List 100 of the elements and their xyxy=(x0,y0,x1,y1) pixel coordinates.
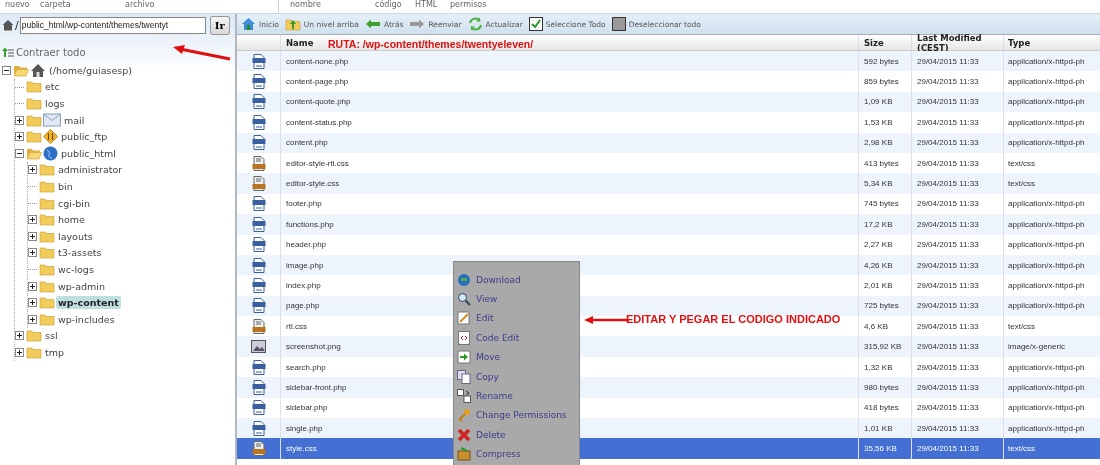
menu-item[interactable]: Edit xyxy=(454,308,579,329)
expand-toggle[interactable] xyxy=(15,115,24,125)
annotation-text: RUTA: /wp-content/themes/twentyeleven/ xyxy=(328,38,534,50)
php-file-icon xyxy=(251,257,266,273)
menu-item[interactable]: Rename xyxy=(454,386,579,406)
file-date: 29/04/2015 11:33 xyxy=(917,117,979,127)
collapse-toggle[interactable] xyxy=(2,65,11,75)
folder-item[interactable]: wc-logs xyxy=(56,262,96,276)
menu-item[interactable]: Change Permissions xyxy=(454,405,579,426)
folder-item[interactable]: etc xyxy=(43,80,62,94)
php-file-icon xyxy=(251,278,266,293)
column-header[interactable]: Type xyxy=(1008,37,1031,48)
file-type: application/x-httpd-ph xyxy=(1008,219,1085,229)
php-file-icon xyxy=(251,359,266,375)
expand-toggle[interactable] xyxy=(15,331,24,341)
file-name[interactable]: screenshot.png xyxy=(286,342,341,352)
folder-item[interactable]: t3-assets xyxy=(56,246,104,260)
file-name[interactable]: search.php xyxy=(286,362,326,372)
file-name[interactable]: image.php xyxy=(286,260,324,270)
file-size: 1,01 KB xyxy=(864,423,893,433)
file-size: 315,92 KB xyxy=(864,342,902,352)
folder-item[interactable]: cgi-bin xyxy=(56,196,92,210)
collapse-toggle[interactable] xyxy=(15,148,24,158)
path-field[interactable]: public_html/wp-content/themes/twentyt xyxy=(19,16,206,34)
folder-item[interactable]: public_ftp xyxy=(59,130,110,144)
expand-toggle[interactable] xyxy=(28,314,37,324)
folder-item[interactable]: public_html xyxy=(59,146,118,160)
file-type: application/x-httpd-ph xyxy=(1008,281,1085,290)
file-name[interactable]: page.php xyxy=(286,301,320,311)
expand-toggle[interactable] xyxy=(15,347,24,357)
menu-item[interactable]: Move xyxy=(454,347,579,367)
file-name[interactable]: rtl.css xyxy=(286,321,307,331)
folder-item[interactable]: ssl xyxy=(43,329,60,343)
folder-item[interactable]: administrator xyxy=(56,163,125,177)
column-header[interactable]: Name xyxy=(286,37,314,48)
file-size: 1,32 KB xyxy=(864,362,893,372)
folder-item[interactable]: tmp xyxy=(43,345,66,359)
file-size: 745 bytes xyxy=(864,199,899,209)
collapse-all-link[interactable]: Contraer todo xyxy=(16,46,86,58)
folder-item[interactable]: logs xyxy=(43,97,67,110)
folder-item[interactable]: wp-includes xyxy=(56,312,117,326)
folder-icon xyxy=(39,262,55,276)
menu-item[interactable]: Delete xyxy=(454,425,579,445)
expand-toggle[interactable] xyxy=(28,298,37,308)
file-type: application/x-httpd-ph xyxy=(1008,138,1085,148)
left-arrow-icon xyxy=(364,19,381,29)
annotation-arrow xyxy=(172,45,232,61)
css-file-icon xyxy=(251,318,266,334)
file-date: 29/04/2015 11:33 xyxy=(917,240,979,250)
menu-item[interactable]: View xyxy=(454,289,579,309)
file-name[interactable]: editor-style.css xyxy=(286,179,340,189)
folder-item[interactable]: layouts xyxy=(56,229,95,243)
file-name[interactable]: content.php xyxy=(286,138,328,148)
folder-icon xyxy=(26,80,42,94)
file-name[interactable]: functions.php xyxy=(286,219,334,229)
menu-item[interactable]: Code Edit xyxy=(454,328,579,348)
folder-item[interactable]: wp-content xyxy=(56,296,121,310)
php-file-icon xyxy=(251,420,266,436)
php-file-icon xyxy=(251,135,266,151)
file-name[interactable]: single.php xyxy=(286,423,323,433)
file-size: 4,26 KB xyxy=(864,260,893,270)
menu-item[interactable]: Download xyxy=(454,270,579,290)
file-name[interactable]: content-page.php xyxy=(286,77,349,87)
file-date: 29/04/2015 11:33 xyxy=(917,158,979,168)
folder-item[interactable]: (/home/guiasesp) xyxy=(47,63,135,77)
php-file-icon xyxy=(251,400,266,416)
file-name[interactable]: style.css xyxy=(286,444,317,454)
go-button[interactable]: Ir xyxy=(209,15,230,35)
expand-toggle[interactable] xyxy=(28,248,37,258)
expand-toggle[interactable] xyxy=(15,132,24,142)
folder-item[interactable]: home xyxy=(56,213,87,227)
expand-toggle[interactable] xyxy=(28,281,37,291)
file-name[interactable]: content-status.php xyxy=(286,117,352,127)
file-name[interactable]: index.php xyxy=(286,281,321,290)
folder-item[interactable]: wp-admin xyxy=(56,279,107,293)
folder-item[interactable]: bin xyxy=(56,179,75,193)
file-date: 29/04/2015 11:33 xyxy=(917,179,979,189)
column-header[interactable]: Size xyxy=(864,37,884,48)
file-name[interactable]: sidebar.php xyxy=(286,403,328,413)
column-header[interactable]: Last Modified (CEST) xyxy=(917,32,1003,53)
expand-toggle[interactable] xyxy=(28,215,37,225)
file-name[interactable]: content-quote.php xyxy=(286,97,351,107)
file-date: 29/04/2015 11:33 xyxy=(917,423,979,433)
file-size: 1,09 KB xyxy=(864,97,893,107)
toolbar-label: permisos xyxy=(450,0,487,10)
file-type: application/x-httpd-ph xyxy=(1008,260,1085,270)
file-size: 2,98 KB xyxy=(864,138,893,148)
file-name[interactable]: editor-style-rtl.css xyxy=(286,158,349,168)
file-name[interactable]: header.php xyxy=(286,240,327,250)
file-name[interactable]: sidebar-front.php xyxy=(286,382,347,392)
menu-item[interactable]: Compress xyxy=(454,444,579,464)
file-name[interactable]: footer.php xyxy=(286,199,322,209)
menu-item[interactable]: Copy xyxy=(454,366,579,387)
file-name[interactable]: content-none.php xyxy=(286,56,349,66)
file-type: application/x-httpd-ph xyxy=(1008,382,1085,392)
file-size: 35,56 KB xyxy=(864,444,897,454)
right-arrow-icon xyxy=(409,19,426,29)
expand-toggle[interactable] xyxy=(28,231,37,241)
expand-toggle[interactable] xyxy=(28,165,37,175)
folder-item[interactable]: mail xyxy=(62,113,87,127)
